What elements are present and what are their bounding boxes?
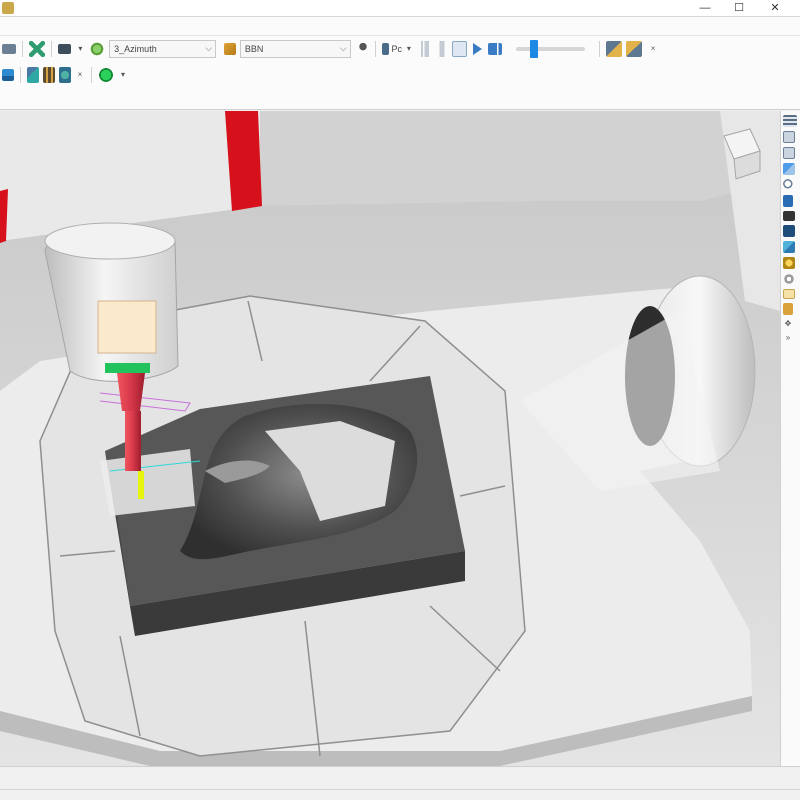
app-logo-icon xyxy=(2,2,14,14)
simulation-toolbar: ▾ 3_Azimuth ⌵ BBN ⌵ Pc ▾ × xyxy=(0,39,660,59)
view-b-icon[interactable] xyxy=(626,41,643,57)
cutting-tool xyxy=(125,411,141,471)
play-icon[interactable] xyxy=(473,43,483,55)
zoom-icon[interactable] xyxy=(783,179,795,191)
toolbar-separator xyxy=(50,41,52,57)
axis-select[interactable]: 3_Azimuth ⌵ xyxy=(109,40,217,58)
expand-icon[interactable]: » xyxy=(783,333,793,343)
run-icon[interactable] xyxy=(98,67,114,83)
tool-holder xyxy=(97,300,157,354)
dropdown-arrow-icon[interactable]: ▾ xyxy=(118,70,128,80)
toolbar-separator xyxy=(91,67,92,83)
tool-select-value: BBN xyxy=(244,44,264,54)
cube-iso-icon[interactable] xyxy=(783,163,795,175)
machine-scene xyxy=(0,111,780,766)
cam-simulation-window: — ☐ ✕ ▾ 3_Azimuth ⌵ BBN ⌵ Pc ▾ × × ▾ ✥ » xyxy=(0,0,800,800)
tool-icon[interactable] xyxy=(224,43,236,55)
material-icon[interactable] xyxy=(59,67,71,83)
axis-select-value: 3_Azimuth xyxy=(114,44,157,54)
first-step-icon[interactable] xyxy=(417,41,432,57)
lock-icon[interactable] xyxy=(783,303,793,315)
maximize-button[interactable]: ☐ xyxy=(724,0,754,17)
simulation-viewport[interactable] xyxy=(0,111,780,766)
status-bar xyxy=(0,766,800,800)
cube-front-icon[interactable] xyxy=(783,131,795,143)
cube-top-icon[interactable] xyxy=(783,147,795,159)
menu-icon[interactable] xyxy=(2,44,16,54)
spindle-top xyxy=(44,222,176,260)
right-toolbar: ✥ » xyxy=(780,111,800,766)
library-icon[interactable] xyxy=(43,67,55,83)
status-divider xyxy=(0,789,800,790)
dropdown-arrow-icon[interactable]: ▾ xyxy=(404,44,414,54)
toolbar-separator xyxy=(20,67,21,83)
pan-icon[interactable]: ✥ xyxy=(783,319,793,329)
simulation-speed-slider[interactable] xyxy=(516,40,586,58)
slider-thumb[interactable] xyxy=(530,40,539,58)
axis-icon[interactable] xyxy=(89,41,106,57)
view-a-icon[interactable] xyxy=(606,41,623,57)
box-icon[interactable] xyxy=(783,241,795,253)
minimize-button[interactable]: — xyxy=(690,0,720,17)
measure-icon[interactable] xyxy=(27,67,39,83)
pause-icon[interactable] xyxy=(451,41,468,57)
dropdown-arrow-icon[interactable]: ▾ xyxy=(75,44,85,54)
layers-icon[interactable] xyxy=(783,115,797,127)
last-step-icon[interactable] xyxy=(488,43,503,55)
close-toolbar-icon[interactable]: × xyxy=(648,44,658,54)
chevron-down-icon: ⌵ xyxy=(205,43,213,53)
comment-icon[interactable] xyxy=(783,289,795,299)
step-back-icon[interactable] xyxy=(435,41,448,57)
move-icon[interactable] xyxy=(28,41,45,57)
pin-icon[interactable] xyxy=(356,41,369,57)
title-bar: — ☐ ✕ xyxy=(0,0,800,17)
tool-collet xyxy=(105,363,150,373)
close-toolbar-icon[interactable]: × xyxy=(75,70,85,80)
chevron-down-icon: ⌵ xyxy=(339,43,347,53)
group-icon[interactable] xyxy=(57,44,72,54)
speed-icon[interactable] xyxy=(381,43,390,55)
gear-icon[interactable] xyxy=(783,273,795,285)
toolbar-separator xyxy=(374,41,376,57)
ribbon: ▾ 3_Azimuth ⌵ BBN ⌵ Pc ▾ × × ▾ xyxy=(0,17,800,110)
speed-label: Pc xyxy=(391,44,402,54)
toolbar-separator xyxy=(21,41,23,57)
toggle-icon[interactable] xyxy=(783,225,795,237)
sphere-icon[interactable] xyxy=(783,257,795,269)
toolbar-separator xyxy=(599,41,601,57)
bookmark-icon[interactable] xyxy=(783,195,793,207)
ribbon-divider xyxy=(0,35,800,36)
close-button[interactable]: ✕ xyxy=(760,0,790,17)
camera-icon[interactable] xyxy=(783,211,795,221)
tool-select[interactable]: BBN ⌵ xyxy=(239,40,351,58)
tool-tip xyxy=(138,471,144,499)
window-icon[interactable] xyxy=(2,69,14,81)
view-toolbar: × ▾ xyxy=(0,65,140,85)
